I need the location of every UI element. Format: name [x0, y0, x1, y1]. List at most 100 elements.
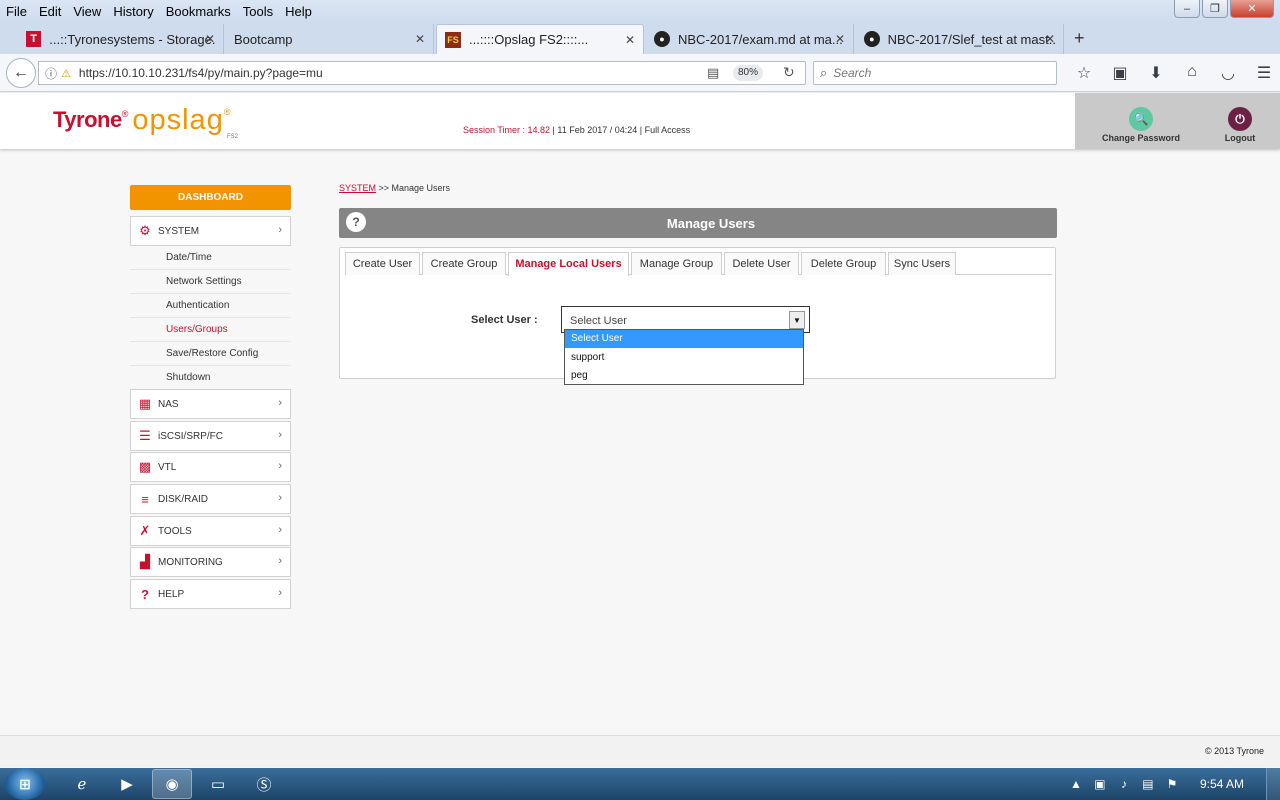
tab-close-icon[interactable]: ✕ [415, 32, 425, 46]
file-explorer-icon[interactable]: ▭ [198, 769, 238, 799]
change-password-label: Change Password [1101, 133, 1181, 143]
show-desktop-button[interactable] [1266, 768, 1280, 800]
internet-explorer-icon[interactable]: ℯ [62, 769, 102, 799]
menu-tools[interactable]: Tools [237, 4, 279, 19]
back-arrow-icon[interactable]: ← [6, 58, 36, 88]
insecure-lock-warning-icon[interactable]: ⚠ [61, 67, 71, 80]
sidebar-section-nas[interactable]: ▦ NAS › [130, 389, 291, 419]
registered-mark: ® [121, 109, 129, 119]
action-center-flag-icon[interactable]: ⚑ [1160, 777, 1184, 791]
github-icon: ● [864, 31, 880, 47]
zoom-level-badge[interactable]: 80% [733, 65, 764, 81]
download-icon[interactable]: ⬇ [1138, 63, 1174, 83]
sidebar-section-tools[interactable]: ✗ TOOLS › [130, 516, 291, 546]
menu-help[interactable]: Help [279, 4, 318, 19]
sidebar-item-shutdown[interactable]: Shutdown [130, 366, 291, 390]
bookmarks-library-icon[interactable]: ▣ [1102, 63, 1138, 83]
section-label: MONITORING [158, 556, 223, 568]
media-player-icon[interactable]: ▶ [107, 769, 147, 799]
option-peg[interactable]: peg [565, 367, 803, 385]
tray-expand-arrow-icon[interactable]: ▲ [1064, 777, 1088, 791]
home-icon[interactable]: ⌂ [1174, 63, 1210, 83]
volume-icon[interactable]: ♪ [1112, 777, 1136, 791]
tab-manage-group[interactable]: Manage Group [631, 252, 722, 275]
dashboard-button[interactable]: DASHBOARD [130, 185, 291, 210]
browser-tab-tyrone[interactable]: T ...::Tyronesystems - Storage... ✕ [18, 24, 224, 54]
sidebar-item-date-time[interactable]: Date/Time [130, 246, 291, 270]
sidebar-section-vtl[interactable]: ▩ VTL › [130, 452, 291, 482]
section-label: TOOLS [158, 525, 192, 537]
tab-sync-users[interactable]: Sync Users [888, 252, 956, 275]
info-icon[interactable]: ⓘ [45, 65, 57, 82]
sidebar-item-save-restore-config[interactable]: Save/Restore Config [130, 342, 291, 366]
tyrone-favicon-icon: T [26, 31, 42, 47]
close-window-button[interactable]: ✕ [1230, 0, 1274, 18]
network-icon[interactable]: ▤ [1136, 777, 1160, 791]
tray-app-icon[interactable]: ▣ [1088, 777, 1112, 791]
window-controls: – ❐ ✕ [1174, 0, 1274, 18]
reload-icon[interactable]: ↻ [783, 64, 795, 81]
sidebar-section-disk-raid[interactable]: ≡ DISK/RAID › [130, 484, 291, 514]
menu-view[interactable]: View [67, 4, 107, 19]
menu-edit[interactable]: Edit [33, 4, 67, 19]
tab-delete-group[interactable]: Delete Group [801, 252, 886, 275]
firefox-icon[interactable]: ◉ [152, 769, 192, 799]
tab-create-user[interactable]: Create User [345, 252, 420, 275]
hamburger-menu-icon[interactable]: ☰ [1246, 63, 1280, 83]
logout-label: Logout [1224, 133, 1256, 143]
nas-icon: ▦ [138, 396, 152, 411]
change-password-button[interactable]: 🔍 Change Password [1101, 107, 1181, 143]
tab-close-icon[interactable]: ✕ [835, 32, 845, 46]
skype-icon[interactable]: Ⓢ [244, 769, 284, 799]
menu-history[interactable]: History [107, 4, 159, 19]
tape-library-icon: ▩ [138, 459, 152, 474]
chevron-right-icon: › [278, 397, 282, 409]
bookmark-star-icon[interactable]: ☆ [1066, 63, 1102, 83]
session-timer: Session Timer : 14.82 [463, 125, 551, 135]
browser-tab-github-exam[interactable]: ● NBC-2017/exam.md at ma... ✕ [646, 24, 854, 54]
option-select-user[interactable]: Select User [565, 330, 803, 348]
breadcrumb-link-system[interactable]: SYSTEM [339, 183, 376, 193]
tab-close-icon[interactable]: ✕ [205, 32, 215, 46]
new-tab-plus-icon[interactable]: + [1074, 28, 1085, 49]
start-button[interactable]: ⊞ [5, 768, 45, 800]
taskbar-clock[interactable]: 9:54 AM [1200, 777, 1244, 791]
power-icon: ⏻ [1228, 107, 1252, 131]
search-field[interactable]: ⌕ Search [813, 61, 1057, 85]
menu-file[interactable]: File [0, 4, 33, 19]
breadcrumb-current: Manage Users [391, 183, 451, 193]
sidebar-item-authentication[interactable]: Authentication [130, 294, 291, 318]
tab-create-group[interactable]: Create Group [422, 252, 506, 275]
sidebar-item-users-groups[interactable]: Users/Groups [130, 318, 291, 342]
chevron-right-icon: › [278, 224, 282, 236]
sidebar-section-monitoring[interactable]: ▟ MONITORING › [130, 547, 291, 577]
minimize-button[interactable]: – [1174, 0, 1200, 18]
tab-close-icon[interactable]: ✕ [1045, 32, 1055, 46]
sidebar-section-system[interactable]: ⚙ SYSTEM › [130, 216, 291, 246]
reader-view-icon[interactable]: ▤ [707, 65, 719, 81]
section-label: SYSTEM [158, 225, 200, 237]
browser-tab-bootcamp[interactable]: Bootcamp ✕ [224, 24, 434, 54]
browser-tab-opslag[interactable]: FS ...::::Opslag FS2::::... ✕ [436, 24, 644, 54]
tab-manage-local-users[interactable]: Manage Local Users [508, 252, 629, 276]
sidebar-section-iscsi[interactable]: ☰ iSCSI/SRP/FC › [130, 421, 291, 451]
panel-header: ? Manage Users [339, 208, 1057, 238]
tab-delete-user[interactable]: Delete User [724, 252, 799, 275]
browser-tab-github-test[interactable]: ● NBC-2017/Slef_test at mast... ✕ [856, 24, 1064, 54]
option-support[interactable]: support [565, 349, 803, 367]
opslag-favicon-icon: FS [445, 31, 461, 48]
bar-chart-icon: ▟ [140, 554, 150, 569]
logout-button[interactable]: ⏻ Logout [1215, 107, 1265, 143]
sidebar-section-help[interactable]: ? HELP › [130, 579, 291, 609]
pocket-icon[interactable]: ◡ [1210, 63, 1246, 83]
sidebar-item-network-settings[interactable]: Network Settings [130, 270, 291, 294]
select-user-options: Select User support peg [564, 329, 804, 385]
tab-title: ...::::Opslag FS2::::... [469, 32, 589, 47]
url-text[interactable]: https://10.10.10.231/fs4/py/main.py?page… [79, 66, 323, 80]
menu-bookmarks[interactable]: Bookmarks [160, 4, 237, 19]
maximize-button[interactable]: ❐ [1202, 0, 1228, 18]
tab-close-icon[interactable]: ✕ [625, 33, 635, 47]
section-label: DISK/RAID [158, 493, 209, 505]
dropdown-arrow-icon[interactable]: ▼ [789, 311, 805, 329]
address-bar[interactable]: ⓘ ⚠ https://10.10.10.231/fs4/py/main.py?… [38, 61, 806, 85]
